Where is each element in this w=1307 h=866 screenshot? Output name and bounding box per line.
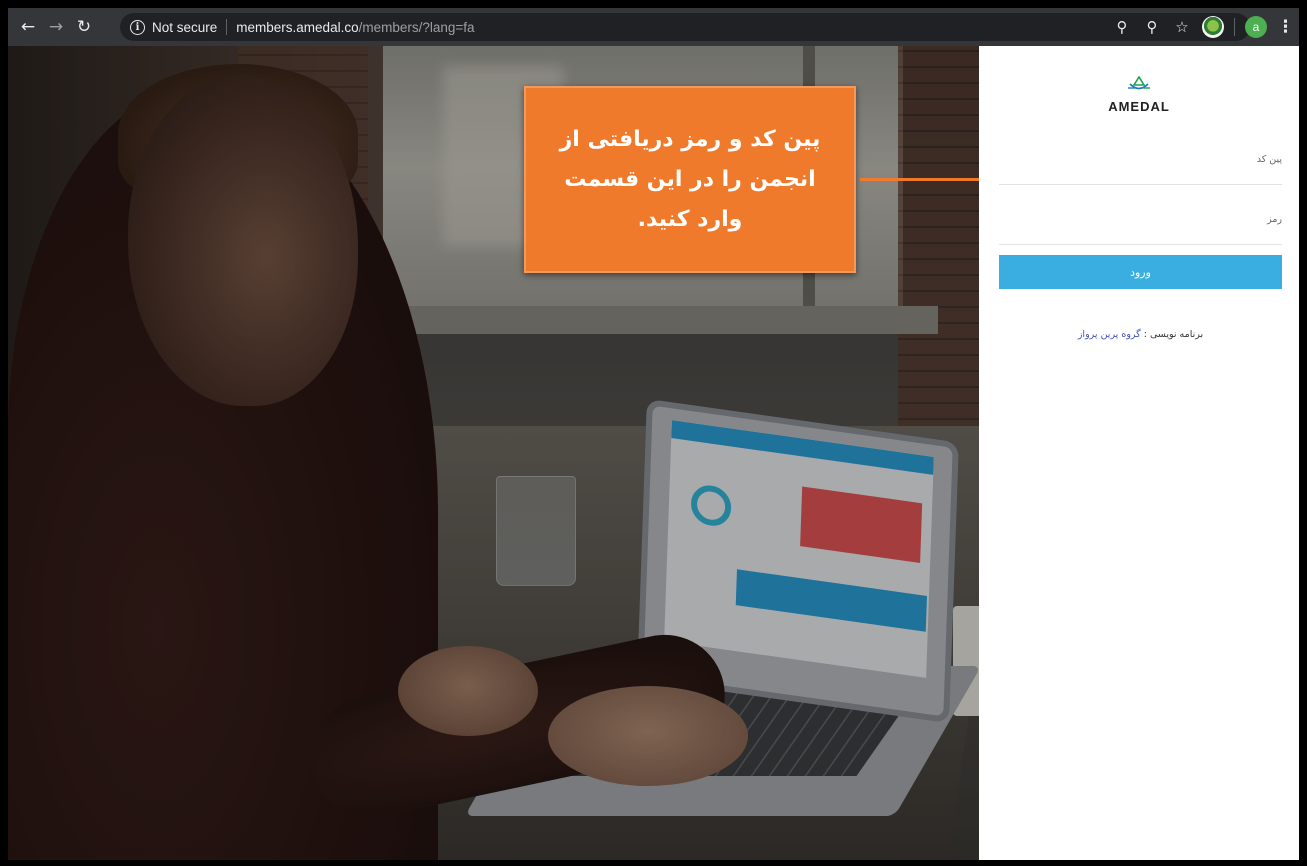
forward-arrow-icon[interactable]: → — [42, 13, 70, 41]
info-icon[interactable]: i — [130, 19, 145, 35]
key-icon[interactable]: ⚲ — [1112, 18, 1132, 36]
logo-text: AMEDAL — [1108, 99, 1170, 114]
pin-input[interactable] — [999, 165, 1282, 185]
amedal-logo-icon — [1128, 76, 1150, 90]
url-path[interactable]: /members/?lang=fa — [359, 20, 475, 35]
address-bar[interactable]: i Not secure members.amedal.co /members/… — [120, 13, 1250, 41]
login-button[interactable]: ورود — [999, 255, 1282, 289]
zoom-icon[interactable]: ⚲ — [1142, 18, 1162, 36]
credit-link[interactable]: گروه پرین پرواز — [1078, 329, 1141, 340]
login-panel: AMEDAL پین کد رمز ورود برنامه نویسی : گر… — [979, 46, 1299, 860]
menu-dots-icon[interactable]: ⋮ — [1277, 17, 1294, 37]
browser-toolbar: ← → ↻ i Not secure members.amedal.co /me… — [8, 8, 1299, 46]
browser-window: ← → ↻ i Not secure members.amedal.co /me… — [8, 8, 1299, 860]
password-label: رمز — [1267, 214, 1282, 225]
reload-icon[interactable]: ↻ — [70, 13, 98, 41]
extension-icon[interactable] — [1202, 16, 1224, 38]
password-input[interactable] — [999, 225, 1282, 245]
credit-prefix: برنامه نویسی : — [1143, 329, 1204, 340]
toolbar-actions: ⚲ ⚲ ☆ a ⋮ — [1112, 13, 1294, 41]
callout-text: پین کد و رمز دریافتی از انجمن را در این … — [559, 126, 821, 232]
profile-avatar[interactable]: a — [1245, 16, 1267, 38]
pin-field: پین کد — [999, 154, 1282, 185]
logo: AMEDAL — [979, 76, 1299, 115]
star-icon[interactable]: ☆ — [1172, 18, 1192, 36]
credit-line: برنامه نویسی : گروه پرین پرواز — [999, 329, 1282, 340]
instruction-callout: پین کد و رمز دریافتی از انجمن را در این … — [524, 86, 856, 273]
security-label[interactable]: Not secure — [152, 20, 217, 35]
back-arrow-icon[interactable]: ← — [14, 13, 42, 41]
password-field: رمز — [999, 214, 1282, 245]
toolbar-divider — [1234, 18, 1235, 36]
pin-label: پین کد — [1256, 154, 1282, 165]
url-host[interactable]: members.amedal.co — [236, 20, 358, 35]
omnibox-divider — [226, 19, 228, 35]
